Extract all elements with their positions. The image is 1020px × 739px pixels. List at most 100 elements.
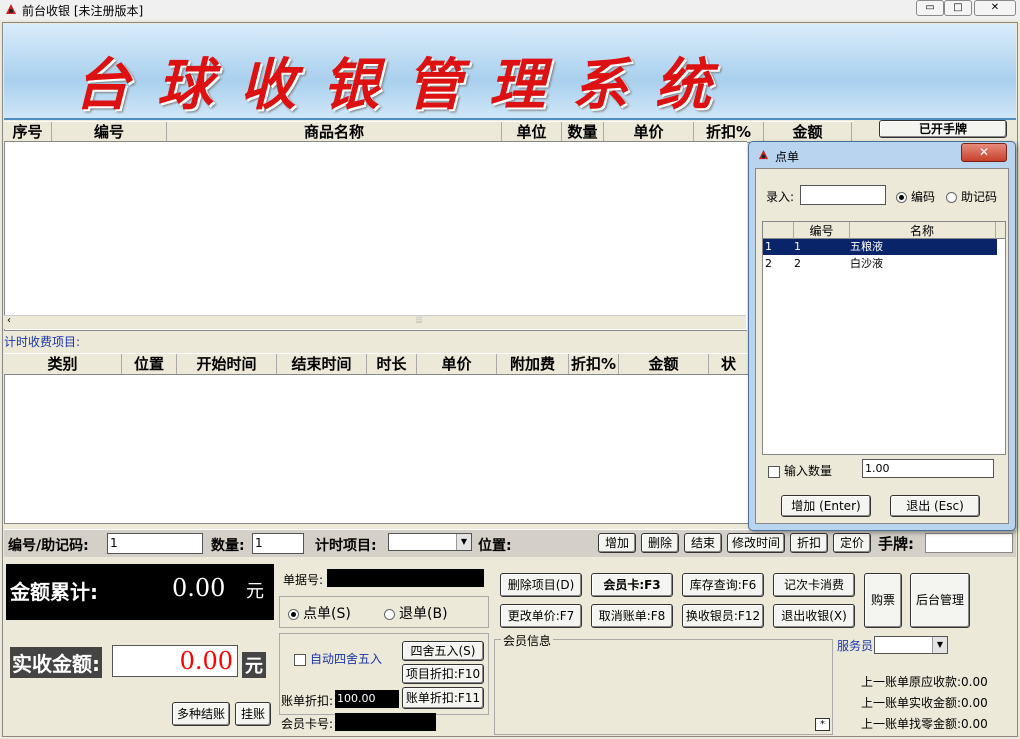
banner: 台球收银管理系统 [4, 24, 1016, 120]
dialog-close-button[interactable]: ✕ [961, 143, 1007, 162]
discount-button[interactable]: 折扣 [790, 533, 828, 553]
col-timed-discount[interactable]: 折扣% [569, 354, 619, 374]
dialog-col-name[interactable]: 名称 [849, 222, 996, 239]
bill-discount-label: 账单折扣: [281, 694, 334, 708]
bill-discount-button[interactable]: 账单折扣:F11 [402, 687, 484, 709]
member-lookup-button[interactable]: * [815, 718, 830, 731]
switch-cashier-button[interactable]: 换收银员:F12 [682, 604, 764, 628]
dialog-qty-input[interactable]: 1.00 [862, 459, 994, 478]
qty-input[interactable]: 1 [252, 533, 304, 554]
goods-grid-body[interactable] [4, 141, 747, 331]
accum-panel: 金额累计: 0.00 元 [6, 564, 274, 620]
dialog-entry-input[interactable] [800, 185, 886, 205]
mnemonic-radio[interactable]: 助记码 [946, 188, 997, 205]
code-label: 编号/助记码: [8, 538, 89, 554]
card-input[interactable] [925, 533, 1013, 553]
col-status[interactable]: 状 [709, 354, 748, 374]
dialog-col-code[interactable]: 编号 [793, 222, 850, 239]
delete-item-button[interactable]: 删除项目(D) [500, 573, 582, 597]
col-unit-price[interactable]: 单价 [417, 354, 497, 374]
col-surcharge[interactable]: 附加费 [497, 354, 569, 374]
col-amount[interactable]: 金额 [764, 122, 852, 142]
accum-value: 0.00 [172, 574, 226, 602]
col-qty[interactable]: 数量 [562, 122, 604, 142]
dialog-product-grid[interactable]: 编号 名称 1 1 五粮液 2 2 白沙液 [762, 221, 1006, 455]
member-no-label: 会员卡号: [281, 717, 334, 731]
buy-ticket-button[interactable]: 购票 [864, 573, 902, 628]
item-discount-button[interactable]: 项目折扣:F10 [402, 664, 484, 684]
goods-grid-header: 序号 编号 商品名称 单位 数量 单价 折扣% 金额 [4, 121, 854, 143]
order-radio[interactable]: 点单(S) [288, 603, 351, 623]
col-price[interactable]: 单价 [604, 122, 694, 142]
col-start-time[interactable]: 开始时间 [177, 354, 277, 374]
col-duration[interactable]: 时长 [367, 354, 417, 374]
col-unit[interactable]: 单位 [502, 122, 562, 142]
credit-button[interactable]: 挂账 [235, 702, 271, 726]
multi-pay-button[interactable]: 多种结账 [172, 702, 230, 726]
dialog-add-button[interactable]: 增加 (Enter) [781, 495, 871, 517]
col-seq[interactable]: 序号 [4, 122, 52, 142]
add-button[interactable]: 增加 [598, 533, 636, 553]
minimize-button[interactable]: ▭ [916, 0, 944, 16]
bill-discount-input[interactable]: 100.00 [335, 690, 399, 708]
scroll-grip-icon[interactable]: ⦙⦙⦙ [416, 316, 422, 326]
waiter-select[interactable]: ▼ [874, 636, 948, 654]
order-radio-label: 点单(S) [303, 606, 351, 622]
horizontal-scrollbar[interactable]: ‹ ⦙⦙⦙ [4, 315, 746, 329]
round-button[interactable]: 四舍五入(S) [402, 641, 484, 661]
dialog-logo-icon [758, 149, 769, 160]
auto-round-checkbox[interactable]: 自动四舍五入 [294, 650, 382, 667]
member-no-input[interactable] [335, 713, 436, 731]
code-radio[interactable]: 编码 [896, 188, 935, 205]
input-qty-label: 输入数量 [784, 464, 833, 478]
modify-time-button[interactable]: 修改时间 [727, 533, 785, 553]
order-type-group: 点单(S) 退单(B) [279, 596, 489, 628]
banner-title: 台球收银管理系统 [74, 52, 738, 118]
set-price-button[interactable]: 定价 [833, 533, 871, 553]
dropdown-arrow-icon[interactable]: ▼ [932, 637, 947, 653]
checkbox-icon[interactable] [294, 653, 306, 666]
position-label: 位置: [478, 538, 512, 554]
app-logo-icon [6, 4, 16, 14]
radio-unchecked-icon[interactable] [384, 608, 395, 620]
accum-unit: 元 [246, 581, 264, 602]
member-card-button[interactable]: 会员卡:F3 [591, 573, 673, 597]
col-category[interactable]: 类别 [4, 354, 122, 374]
checkbox-icon[interactable] [768, 465, 780, 478]
cancel-bill-button[interactable]: 取消账单:F8 [591, 604, 673, 628]
close-button[interactable]: ✕ [974, 0, 1016, 16]
actual-unit: 元 [242, 652, 266, 678]
code-input[interactable]: 1 [107, 533, 203, 554]
entry-label: 录入: [766, 190, 795, 204]
dialog-grid-header: 编号 名称 [763, 222, 1005, 239]
backoffice-button[interactable]: 后台管理 [910, 573, 970, 628]
stock-query-button[interactable]: 库存查询:F6 [682, 573, 764, 597]
entry-bar: 编号/助记码: 1 数量: 1 计时项目: ▼ 位置: 增加 删除 结束 修改时… [4, 529, 1016, 557]
timed-item-select[interactable]: ▼ [388, 533, 472, 551]
col-end-time[interactable]: 结束时间 [277, 354, 367, 374]
col-timed-amount[interactable]: 金额 [619, 354, 709, 374]
change-price-button[interactable]: 更改单价:F7 [500, 604, 582, 628]
col-name[interactable]: 商品名称 [167, 122, 502, 142]
dialog-exit-button[interactable]: 退出 (Esc) [890, 495, 980, 517]
actual-amount-input[interactable]: 0.00 [112, 645, 238, 677]
radio-unchecked-icon[interactable] [946, 192, 957, 203]
return-radio[interactable]: 退单(B) [384, 603, 448, 623]
radio-checked-icon[interactable] [896, 192, 907, 203]
end-button[interactable]: 结束 [684, 533, 722, 553]
scroll-left-icon[interactable]: ‹ [7, 315, 11, 326]
auto-round-label: 自动四舍五入 [310, 652, 383, 666]
input-qty-checkbox[interactable]: 输入数量 [768, 462, 832, 479]
maximize-button[interactable]: □ [944, 0, 972, 16]
dropdown-arrow-icon[interactable]: ▼ [456, 534, 471, 550]
list-item[interactable]: 2 2 白沙液 [763, 256, 997, 272]
col-discount[interactable]: 折扣% [694, 122, 764, 142]
radio-checked-icon[interactable] [288, 608, 299, 620]
list-item[interactable]: 1 1 五粮液 [763, 239, 997, 255]
col-position[interactable]: 位置 [122, 354, 177, 374]
col-code[interactable]: 编号 [52, 122, 167, 142]
opened-cards-button[interactable]: 已开手牌 [879, 120, 1007, 138]
count-card-button[interactable]: 记次卡消费 [773, 573, 855, 597]
exit-cashier-button[interactable]: 退出收银(X) [773, 604, 855, 628]
delete-button[interactable]: 删除 [641, 533, 679, 553]
